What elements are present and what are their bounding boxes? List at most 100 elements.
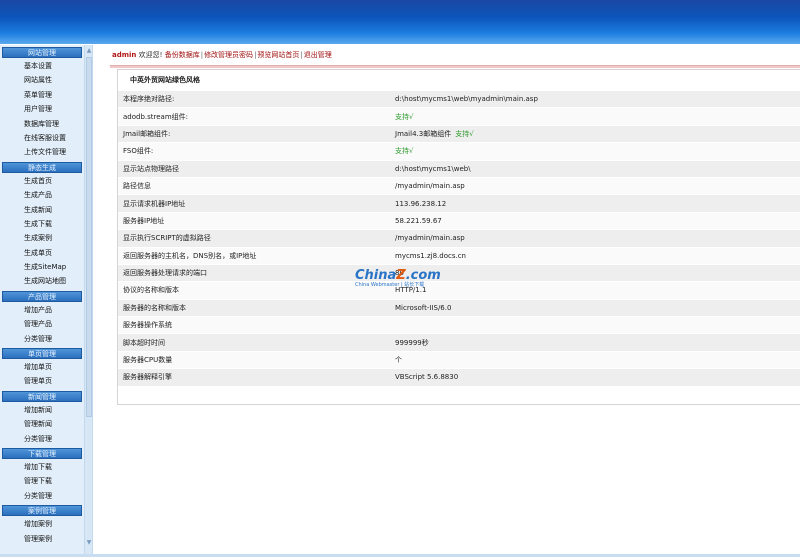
row-label: 服务器操作系统 bbox=[118, 316, 395, 334]
sidebar: ▲ ▼ 网站管理 基本设置 网站属性 菜单管理 用户管理 数据库管理 在线客服设置 上传文件管… bbox=[0, 45, 93, 555]
row-value: 支持√ bbox=[395, 107, 800, 126]
row-value-text: VBScript 5.6.8830 bbox=[395, 373, 459, 382]
sidebar-group-header[interactable]: 网站管理 bbox=[2, 47, 82, 58]
row-value: 999999秒 bbox=[395, 333, 800, 352]
row-label: 本程序绝对路径: bbox=[118, 89, 395, 108]
row-value-text: 支持√ bbox=[395, 147, 414, 156]
server-info-table: 本程序绝对路径: d:\host\mycms1\web\myadmin\main.… bbox=[118, 89, 800, 386]
table-row: 本程序绝对路径: d:\host\mycms1\web\myadmin\main.… bbox=[118, 89, 800, 108]
sidebar-item[interactable]: 管理下载 bbox=[0, 474, 84, 488]
sidebar-group: 产品管理 增加产品 管理产品 分类管理 bbox=[0, 290, 84, 346]
sidebar-item[interactable]: 分类管理 bbox=[0, 489, 84, 503]
row-label: 服务器CPU数量 bbox=[118, 350, 395, 369]
sidebar-group: 下载管理 增加下载 管理下载 分类管理 bbox=[0, 447, 84, 503]
sidebar-item[interactable]: 管理产品 bbox=[0, 317, 84, 331]
sidebar-scrollbar[interactable]: ▲ ▼ bbox=[84, 45, 92, 555]
sidebar-item[interactable]: 在线客服设置 bbox=[0, 131, 84, 145]
sidebar-item[interactable]: 菜单管理 bbox=[0, 88, 84, 102]
row-label: 脚本超时时间 bbox=[118, 333, 395, 352]
sidebar-item[interactable]: 管理新闻 bbox=[0, 417, 84, 431]
row-label: adodb.stream组件: bbox=[118, 107, 395, 126]
sidebar-item[interactable]: 管理单页 bbox=[0, 374, 84, 388]
row-label: 显示请求机器IP地址 bbox=[118, 194, 395, 213]
sidebar-item[interactable]: 增加单页 bbox=[0, 360, 84, 374]
sidebar-group-header[interactable]: 新闻管理 bbox=[2, 390, 82, 402]
sidebar-item[interactable]: 生成下载 bbox=[0, 217, 84, 231]
sidebar-group-header[interactable]: 下载管理 bbox=[2, 447, 82, 459]
sidebar-group-header[interactable]: 静态生成 bbox=[2, 161, 82, 173]
sidebar-item[interactable]: 生成案例 bbox=[0, 231, 84, 245]
row-label: 服务器IP地址 bbox=[118, 211, 395, 230]
welcome-text: 欢迎您! bbox=[138, 51, 163, 59]
scroll-up-icon[interactable]: ▲ bbox=[85, 47, 92, 55]
row-value: d:\host\mycms1\web\myadmin\main.asp bbox=[395, 89, 800, 108]
row-value: HTTP/1.1 bbox=[395, 281, 800, 300]
preview-site-link[interactable]: 预览网站首页 bbox=[257, 51, 299, 59]
row-label: Jmail邮箱组件: bbox=[118, 124, 395, 143]
sidebar-item[interactable]: 分类管理 bbox=[0, 332, 84, 346]
main-content: admin 欢迎您! 备份数据库|修改管理员密码|预览网站首页|退出管理 中英外… bbox=[110, 45, 800, 555]
row-value: /myadmin/main.asp bbox=[395, 229, 800, 248]
table-row: FSO组件: 支持√ bbox=[118, 142, 800, 161]
sidebar-item[interactable]: 上传文件管理 bbox=[0, 145, 84, 159]
sidebar-item[interactable]: 基本设置 bbox=[0, 59, 84, 73]
top-links: admin 欢迎您! 备份数据库|修改管理员密码|预览网站首页|退出管理 bbox=[112, 51, 332, 59]
scroll-thumb[interactable] bbox=[86, 57, 92, 417]
table-row: 服务器的名称和版本 Microsoft-IIS/6.0 bbox=[118, 298, 800, 317]
watermark-logo: ChinaZ.com China Webmaster | 站长下载 bbox=[355, 268, 441, 288]
table-row: 服务器CPU数量个 bbox=[118, 350, 800, 369]
backup-db-link[interactable]: 备份数据库 bbox=[165, 51, 200, 59]
table-row: 服务器操作系统 bbox=[118, 316, 800, 334]
row-value-extra: 支持√ bbox=[455, 129, 474, 138]
row-value: mycms1.zj8.docs.cn bbox=[395, 246, 800, 265]
row-value-text: d:\host\mycms1\web\ bbox=[395, 164, 471, 173]
row-value-text: 999999秒 bbox=[395, 338, 429, 347]
table-row: 协议的名称和版本 HTTP/1.1 bbox=[118, 281, 800, 300]
sidebar-item[interactable]: 增加下载 bbox=[0, 460, 84, 474]
divider bbox=[110, 65, 800, 68]
row-value-text: 113.96.238.12 bbox=[395, 199, 447, 208]
username: admin bbox=[112, 51, 137, 59]
row-value: 个 bbox=[395, 350, 800, 369]
server-info-panel: 中英外贸网站绿色风格 本程序绝对路径: d:\host\mycms1\web\my… bbox=[117, 69, 800, 405]
row-value-text: 支持√ bbox=[395, 112, 414, 121]
sidebar-item[interactable]: 增加案例 bbox=[0, 517, 84, 531]
sidebar-group: 静态生成 生成首页 生成产品 生成新闻 生成下载 生成案例 生成单页 生成SiteMap 生成网… bbox=[0, 161, 84, 289]
sidebar-item[interactable]: 生成产品 bbox=[0, 188, 84, 202]
sidebar-group-header[interactable]: 产品管理 bbox=[2, 290, 82, 302]
sidebar-group-header[interactable]: 案例管理 bbox=[2, 505, 82, 517]
table-row: 路径信息/myadmin/main.asp bbox=[118, 176, 800, 195]
row-label: 显示执行SCRIPT的虚拟路径 bbox=[118, 229, 395, 248]
sidebar-item[interactable]: 生成SiteMap bbox=[0, 260, 84, 274]
sidebar-item[interactable]: 管理案例 bbox=[0, 532, 84, 546]
change-password-link[interactable]: 修改管理员密码 bbox=[204, 51, 253, 59]
logout-link[interactable]: 退出管理 bbox=[304, 51, 332, 59]
row-value-text: d:\host\mycms1\web\myadmin\main.asp bbox=[395, 95, 538, 104]
sidebar-item[interactable]: 分类管理 bbox=[0, 432, 84, 446]
row-value-text: Microsoft-IIS/6.0 bbox=[395, 303, 452, 312]
sidebar-group-header[interactable]: 单页管理 bbox=[2, 348, 82, 360]
row-value: VBScript 5.6.8830 bbox=[395, 368, 800, 386]
table-row: 服务器IP地址 58.221.59.67 bbox=[118, 211, 800, 230]
sidebar-item[interactable]: 生成网站地图 bbox=[0, 274, 84, 288]
row-label: 服务器的名称和版本 bbox=[118, 298, 395, 317]
row-value: 80 bbox=[395, 263, 800, 282]
sidebar-item[interactable]: 生成单页 bbox=[0, 246, 84, 260]
sidebar-item[interactable]: 增加产品 bbox=[0, 303, 84, 317]
sidebar-item[interactable]: 用户管理 bbox=[0, 102, 84, 116]
row-label: 路径信息 bbox=[118, 176, 395, 195]
row-value-text: /myadmin/main.asp bbox=[395, 182, 465, 191]
sidebar-item[interactable]: 生成首页 bbox=[0, 174, 84, 188]
row-value-text: mycms1.zj8.docs.cn bbox=[395, 251, 466, 260]
scroll-down-icon[interactable]: ▼ bbox=[85, 539, 92, 547]
row-label: 显示站点物理路径 bbox=[118, 159, 395, 178]
row-value: /myadmin/main.asp bbox=[395, 176, 800, 195]
row-value: 58.221.59.67 bbox=[395, 211, 800, 230]
sidebar-item[interactable]: 网站属性 bbox=[0, 73, 84, 87]
sidebar-group: 网站管理 基本设置 网站属性 菜单管理 用户管理 数据库管理 在线客服设置 上传文件管理 bbox=[0, 47, 84, 160]
sidebar-item[interactable]: 生成新闻 bbox=[0, 203, 84, 217]
sidebar-item[interactable]: 增加新闻 bbox=[0, 403, 84, 417]
sidebar-item[interactable]: 数据库管理 bbox=[0, 117, 84, 131]
row-value: d:\host\mycms1\web\ bbox=[395, 159, 800, 178]
row-value: Jmail4.3邮箱组件 支持√ bbox=[395, 124, 800, 143]
